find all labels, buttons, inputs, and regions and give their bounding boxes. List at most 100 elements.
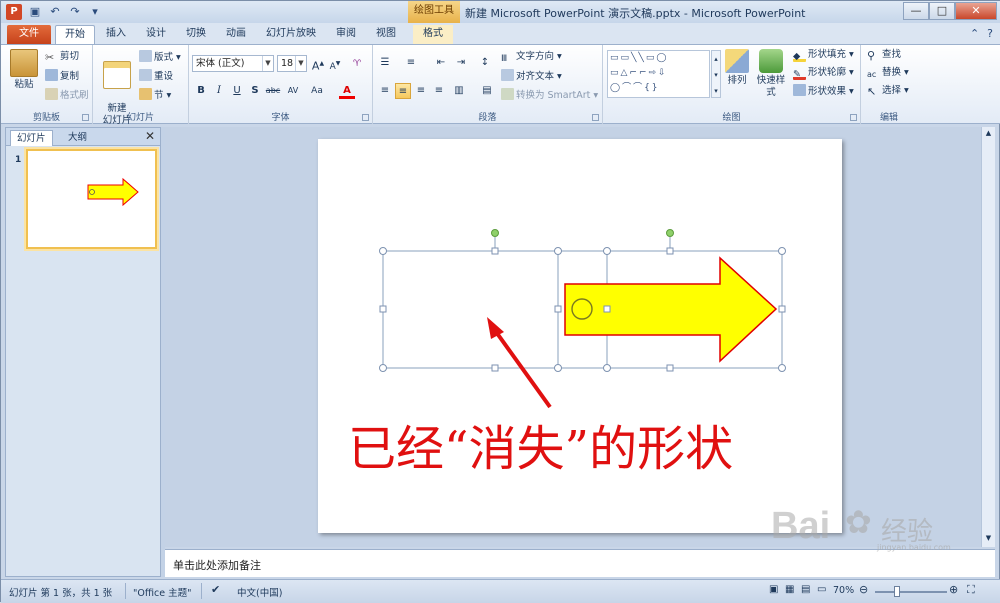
chevron-down-icon[interactable]: ▼ — [295, 56, 306, 71]
tab-format[interactable]: 格式 — [413, 25, 453, 44]
layout-button[interactable]: 版式 ▾ — [139, 50, 181, 65]
scroll-down-icon[interactable]: ▼ — [983, 534, 994, 545]
convert-smartart-button[interactable]: 转换为 SmartArt ▾ — [501, 88, 598, 103]
paste-button[interactable]: 粘贴 — [7, 49, 41, 91]
line-spacing-icon[interactable]: ↕ — [477, 55, 493, 71]
character-spacing-icon[interactable]: AV — [285, 83, 301, 99]
close-button[interactable]: ✕ — [955, 2, 997, 20]
text-direction-button[interactable]: Ⅲ 文字方向 ▾ — [501, 50, 562, 65]
tab-slides-thumbnails[interactable]: 幻灯片 — [10, 130, 53, 146]
increase-indent-icon[interactable]: ⇥ — [453, 55, 469, 71]
change-case-icon[interactable]: Aa — [309, 83, 325, 99]
zoom-slider-thumb[interactable] — [894, 586, 900, 597]
redo-icon[interactable]: ↷ — [67, 4, 83, 20]
align-left-icon[interactable]: ≡ — [377, 83, 393, 99]
arrange-button[interactable]: 排列 — [721, 49, 753, 87]
slide-sorter-icon[interactable]: ▦ — [785, 584, 794, 595]
normal-view-icon[interactable]: ▣ — [769, 584, 778, 595]
paragraph-launcher-icon[interactable] — [592, 114, 599, 121]
underline-icon[interactable]: U — [229, 83, 245, 99]
tab-slideshow[interactable]: 幻灯片放映 — [263, 25, 319, 44]
paragraph-menu-icon[interactable]: ▤ — [479, 83, 495, 99]
grow-font-icon[interactable]: A▲ — [310, 56, 326, 73]
reading-view-icon[interactable]: ▤ — [801, 584, 810, 595]
align-center-icon[interactable]: ≡ — [395, 83, 411, 99]
shape-fill-button[interactable]: ◆ 形状填充 ▾ — [793, 48, 854, 62]
shadow-icon[interactable]: S — [247, 83, 263, 99]
font-launcher-icon[interactable] — [362, 114, 369, 121]
tab-design[interactable]: 设计 — [141, 25, 171, 44]
clear-formatting-icon[interactable]: ♈ — [349, 56, 365, 72]
fit-to-window-icon[interactable]: ⛶ — [967, 583, 975, 597]
annotation-arrowhead — [487, 317, 504, 339]
strikethrough-icon[interactable]: abc — [265, 83, 281, 99]
scroll-up-icon[interactable]: ▲ — [983, 129, 994, 140]
notes-placeholder[interactable]: 单击此处添加备注 — [173, 557, 261, 573]
shapes-gallery-scroll[interactable]: ▴ ▾ ▾ — [711, 50, 721, 98]
find-button[interactable]: ⚲ 查找 — [867, 48, 901, 62]
copy-button[interactable]: 复制 — [45, 69, 79, 84]
tab-view[interactable]: 视图 — [371, 25, 401, 44]
reset-button[interactable]: 重设 — [139, 69, 173, 84]
zoom-level[interactable]: 70% — [833, 585, 854, 596]
minimize-button[interactable]: — — [903, 2, 929, 20]
drawing-launcher-icon[interactable] — [850, 114, 857, 121]
status-separator — [201, 583, 202, 599]
chevron-down-icon[interactable]: ▼ — [262, 56, 273, 71]
undo-icon[interactable]: ↶ — [47, 4, 63, 20]
columns-icon[interactable]: ▥ — [451, 83, 467, 99]
tab-home[interactable]: 开始 — [55, 25, 95, 44]
bold-icon[interactable]: B — [193, 83, 209, 99]
tab-transitions[interactable]: 切换 — [181, 25, 211, 44]
close-pane-icon[interactable]: ✕ — [145, 129, 155, 143]
minimize-ribbon-icon[interactable]: ⌃ — [970, 27, 979, 40]
quick-styles-button[interactable]: 快速样式 — [753, 49, 789, 99]
tab-insert[interactable]: 插入 — [101, 25, 131, 44]
tab-outline[interactable]: 大纲 — [62, 130, 93, 146]
tab-review[interactable]: 审阅 — [331, 25, 361, 44]
section-button[interactable]: 节 ▾ — [139, 88, 171, 103]
help-icon[interactable]: ? — [987, 27, 993, 40]
zoom-slider[interactable] — [875, 591, 947, 593]
bullets-icon[interactable]: ☰ — [377, 55, 393, 71]
zoom-out-icon[interactable]: ⊖ — [859, 583, 868, 596]
align-right-icon[interactable]: ≡ — [413, 83, 429, 99]
tab-animations[interactable]: 动画 — [221, 25, 251, 44]
select-button[interactable]: ↖ 选择 ▾ — [867, 84, 909, 98]
clipboard-launcher-icon[interactable] — [82, 114, 89, 121]
rotate-handle-icon[interactable] — [666, 229, 674, 237]
slide-thumbnail[interactable] — [26, 149, 157, 249]
font-size-combo[interactable]: 18 ▼ — [277, 55, 307, 72]
italic-icon[interactable]: I — [211, 83, 227, 99]
tab-file[interactable]: 文件 — [7, 25, 51, 44]
decrease-indent-icon[interactable]: ⇤ — [433, 55, 449, 71]
numbering-icon[interactable]: ≡ — [403, 55, 419, 71]
vertical-scrollbar[interactable]: ▲ ▼ — [981, 127, 995, 547]
vanished-shape-selection[interactable] — [382, 250, 559, 369]
language-status[interactable]: 中文(中国) — [237, 585, 282, 599]
customize-qat-icon[interactable]: ▾ — [87, 4, 103, 20]
format-painter-button[interactable]: 格式刷 — [45, 88, 89, 103]
align-text-button[interactable]: 对齐文本 ▾ — [501, 69, 562, 84]
spellcheck-icon[interactable]: ✔ — [211, 583, 220, 596]
save-icon[interactable]: ▣ — [27, 4, 43, 20]
maximize-button[interactable]: □ — [929, 2, 955, 20]
zoom-in-icon[interactable]: ⊕ — [949, 583, 958, 596]
shape-effects-button[interactable]: 形状效果 ▾ — [793, 84, 854, 99]
theme-status[interactable]: "Office 主题" — [133, 585, 192, 599]
yellow-arrow-shape[interactable] — [564, 256, 778, 363]
powerpoint-window: P ▣ ↶ ↷ ▾ 绘图工具 新建 Microsoft PowerPoint 演… — [0, 0, 1000, 603]
slideshow-icon[interactable]: ▭ — [817, 584, 826, 595]
slide-canvas[interactable]: 已经“消失”的形状 — [318, 139, 842, 533]
shape-outline-button[interactable]: ✎ 形状轮廓 ▾ — [793, 66, 854, 80]
cut-button[interactable]: ✂ 剪切 — [45, 50, 79, 64]
shrink-font-icon[interactable]: A▼ — [327, 56, 343, 72]
notes-pane[interactable]: 单击此处添加备注 — [165, 549, 995, 577]
font-name-combo[interactable]: 宋体 (正文) ▼ — [192, 55, 274, 72]
font-color-icon[interactable]: A — [339, 83, 355, 99]
justify-icon[interactable]: ≡ — [431, 83, 447, 99]
shapes-gallery[interactable]: ▭▭╲╲▭◯ ▭△⌐⌐⇨⇩ ◯⌒⌒{} — [607, 50, 710, 98]
rotate-handle-icon[interactable] — [491, 229, 499, 237]
powerpoint-app-icon[interactable]: P — [6, 4, 22, 20]
replace-button[interactable]: ac 替换 ▾ — [867, 66, 909, 81]
